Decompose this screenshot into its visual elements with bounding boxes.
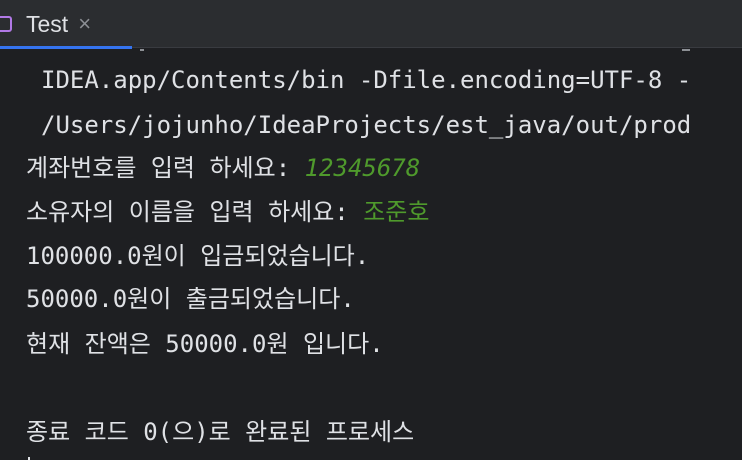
run-console-icon xyxy=(0,16,12,32)
withdraw-message: 50000.0원이 출금되었습니다. xyxy=(26,285,355,313)
exit-message: 종료 코드 0(으)로 완료된 프로세스 xyxy=(26,418,415,446)
account-prompt-line: 계좌번호를 입력 하세요: 12345678 xyxy=(26,153,420,183)
command-line-1: IDEA.app/Contents/bin -Dfile.encoding=UT… xyxy=(41,66,692,94)
tab-test[interactable]: Test × xyxy=(0,0,132,49)
deposit-message: 100000.0원이 입금되었습니다. xyxy=(26,242,370,270)
owner-input: 조준호 xyxy=(363,198,430,226)
owner-prompt: 소유자의 이름을 입력 하세요: xyxy=(26,198,364,226)
tool-window-tabbar: Test × xyxy=(0,0,742,49)
tab-title: Test xyxy=(26,10,69,37)
account-prompt: 계좌번호를 입력 하세요: xyxy=(26,154,305,182)
command-line-2: /Users/jojunho/IdeaProjects/est_java/out… xyxy=(41,111,692,139)
owner-prompt-line: 소유자의 이름을 입력 하세요: 조준호 xyxy=(26,197,429,227)
close-icon[interactable]: × xyxy=(78,13,91,35)
account-input: 12345678 xyxy=(304,154,421,182)
balance-message: 현재 잔액은 50000.0원 입니다. xyxy=(26,330,384,358)
console-output[interactable]: IDEA.app/Contents/bin -Dfile.encoding=UT… xyxy=(0,49,742,460)
clipped-previous-line xyxy=(0,49,742,55)
